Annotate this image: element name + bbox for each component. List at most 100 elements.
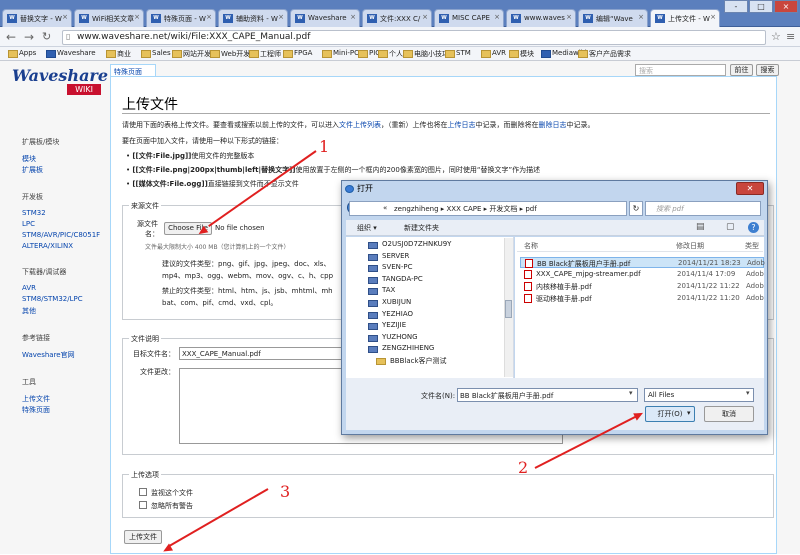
- sidebar-link[interactable]: STM32: [22, 209, 46, 217]
- dialog-close-button[interactable]: ✕: [736, 182, 764, 195]
- file-row[interactable]: 内核移植手册.pdf 2014/11/22 11:22 Adob: [520, 281, 764, 292]
- sidebar-link[interactable]: 其他: [22, 306, 36, 316]
- filename-dropdown-icon[interactable]: ▾: [629, 389, 633, 397]
- organize-button[interactable]: 组织 ▾: [357, 223, 377, 233]
- maximize-button[interactable]: □: [749, 0, 773, 13]
- filename-input[interactable]: BB Black扩展板用户手册.pdf: [457, 388, 638, 402]
- file-row[interactable]: BB Black扩展板用户手册.pdf 2014/11/21 18:23 Adob: [520, 257, 765, 268]
- sidebar-link[interactable]: 模块: [22, 154, 36, 164]
- bookmark-item[interactable]: Sales: [141, 49, 171, 58]
- bookmark-item[interactable]: Web开发: [210, 49, 250, 59]
- forward-icon[interactable]: →: [24, 30, 34, 44]
- nav-item[interactable]: YEZIJIE: [381, 321, 406, 329]
- nav-item[interactable]: YEZHIAO: [381, 310, 413, 318]
- upload-list-link[interactable]: 文件上传列表: [339, 121, 381, 129]
- nav-item[interactable]: ZENGZHIHENG: [381, 344, 434, 352]
- bookmark-item[interactable]: STM: [445, 49, 471, 58]
- ignore-warnings-checkbox[interactable]: [139, 501, 147, 509]
- cancel-button[interactable]: 取消: [704, 406, 754, 422]
- bookmark-item[interactable]: 客户产品需求: [578, 49, 631, 59]
- tab-close-icon[interactable]: ×: [278, 13, 284, 21]
- nav-item[interactable]: SERVER: [381, 252, 409, 260]
- col-type[interactable]: 类型: [745, 241, 759, 251]
- bookmark-item[interactable]: 电脑小技巧: [403, 49, 449, 59]
- tab-close-icon[interactable]: ×: [710, 13, 716, 21]
- bookmark-item[interactable]: FPGA: [283, 49, 312, 58]
- watch-file-checkbox[interactable]: [139, 488, 147, 496]
- close-window-button[interactable]: ×: [774, 0, 798, 13]
- sidebar-link[interactable]: 上传文件: [22, 394, 50, 404]
- delete-log-link[interactable]: 删除日志: [539, 121, 567, 129]
- nav-item[interactable]: BBBlack客户测试: [389, 356, 447, 366]
- dialog-refresh-icon[interactable]: ↻: [629, 201, 643, 216]
- star-icon[interactable]: ☆: [771, 30, 781, 44]
- address-bar[interactable]: ▯ www.waveshare.net/wiki/File:XXX_CAPE_M…: [62, 30, 766, 45]
- bookmark-item[interactable]: 商业: [106, 49, 131, 59]
- tab-close-icon[interactable]: ×: [422, 13, 428, 21]
- sidebar-link[interactable]: LPC: [22, 220, 35, 228]
- bookmark-item[interactable]: 网站开发: [172, 49, 211, 59]
- preview-icon[interactable]: ▢: [726, 222, 735, 232]
- nav-item[interactable]: SVEN-PC: [381, 263, 413, 271]
- menu-icon[interactable]: ≡: [786, 30, 795, 44]
- tab-close-icon[interactable]: ×: [62, 13, 68, 21]
- browser-tab[interactable]: W 特殊页面 - W ×: [146, 9, 216, 27]
- bookmark-item[interactable]: 模块: [509, 49, 534, 59]
- browser-tab[interactable]: W 替换文字 - W ×: [2, 9, 72, 27]
- reload-icon[interactable]: ↻: [42, 30, 51, 44]
- sidebar-link[interactable]: 特殊页面: [22, 405, 50, 415]
- tab-close-icon[interactable]: ×: [134, 13, 140, 21]
- browser-tab[interactable]: W Waveshare ×: [290, 9, 360, 27]
- sidebar-link[interactable]: 扩展板: [22, 165, 43, 175]
- col-date[interactable]: 修改日期: [676, 241, 704, 251]
- bookmark-item[interactable]: PIC: [358, 49, 380, 58]
- dialog-search-input[interactable]: 搜索 pdf: [645, 201, 761, 216]
- browser-tab[interactable]: W WiFi相关文章 ×: [74, 9, 144, 27]
- upload-log-link[interactable]: 上传日志: [448, 121, 476, 129]
- file-type-select[interactable]: All Files: [644, 388, 754, 402]
- go-button[interactable]: 前往: [730, 64, 753, 76]
- search-button[interactable]: 搜索: [756, 64, 779, 76]
- sidebar-link[interactable]: ALTERA/XILINX: [22, 242, 73, 250]
- tab-close-icon[interactable]: ×: [350, 13, 356, 21]
- wiki-search-input[interactable]: 搜索: [635, 64, 726, 76]
- browser-tab[interactable]: W 编辑“Wave ×: [578, 9, 648, 27]
- nav-item[interactable]: XUBIJUN: [381, 298, 411, 306]
- browser-tab[interactable]: W 文件:XXX C/×: [362, 9, 432, 27]
- target-filename-input[interactable]: XXX_CAPE_Manual.pdf: [179, 347, 344, 360]
- sidebar-link[interactable]: AVR: [22, 284, 36, 292]
- file-type-dropdown-icon[interactable]: ▾: [746, 389, 750, 397]
- view-icon[interactable]: ▤: [696, 222, 705, 232]
- sidebar-link[interactable]: Waveshare官网: [22, 350, 75, 360]
- bookmark-item[interactable]: Mini-PC: [322, 49, 359, 58]
- bookmark-item[interactable]: AVR: [481, 49, 506, 58]
- tab-close-icon[interactable]: ×: [566, 13, 572, 21]
- browser-tab[interactable]: Wwww.waves ×: [506, 9, 576, 27]
- file-row[interactable]: 驱动移植手册.pdf 2014/11/22 11:20 Adob: [520, 293, 764, 304]
- tab-close-icon[interactable]: ×: [494, 13, 500, 21]
- bookmark-item[interactable]: Apps: [8, 49, 36, 58]
- upload-file-button[interactable]: 上传文件: [124, 530, 162, 544]
- browser-tab[interactable]: W 上传文件 - W ×: [650, 9, 720, 28]
- help-icon[interactable]: ?: [748, 222, 759, 233]
- browser-tab[interactable]: W MISC CAPE ×: [434, 9, 504, 27]
- open-dropdown-icon[interactable]: ▾: [687, 409, 691, 417]
- tab-close-icon[interactable]: ×: [206, 13, 212, 21]
- bookmark-item[interactable]: 个人: [378, 49, 403, 59]
- browser-tab[interactable]: W 辅助资料 - W ×: [218, 9, 288, 27]
- bookmark-item[interactable]: 工程师: [249, 49, 281, 59]
- tab-close-icon[interactable]: ×: [638, 13, 644, 21]
- bookmark-item[interactable]: Waveshare: [46, 49, 96, 58]
- file-row[interactable]: XXX_CAPE_mjpg-streamer.pdf 2014/11/4 17:0…: [520, 269, 764, 280]
- col-name[interactable]: 名称: [524, 241, 538, 251]
- sidebar-link[interactable]: STM8/STM32/LPC: [22, 295, 83, 303]
- minimize-button[interactable]: -: [724, 0, 748, 13]
- new-folder-button[interactable]: 新建文件夹: [404, 223, 439, 233]
- nav-item[interactable]: O2USJ0D7ZHNKU9Y: [381, 240, 451, 248]
- nav-item[interactable]: TANGDA-PC: [381, 275, 423, 283]
- waveshare-logo[interactable]: Waveshare WIKI: [12, 66, 108, 98]
- back-icon[interactable]: ←: [6, 30, 16, 44]
- nav-scrollbar-thumb[interactable]: [505, 300, 512, 318]
- dialog-path-bar[interactable]: « zengzhiheng ▸ XXX CAPE ▸ 开发文档 ▸ pdf: [349, 201, 627, 216]
- sidebar-link[interactable]: STM8/AVR/PIC/C8051F: [22, 231, 100, 239]
